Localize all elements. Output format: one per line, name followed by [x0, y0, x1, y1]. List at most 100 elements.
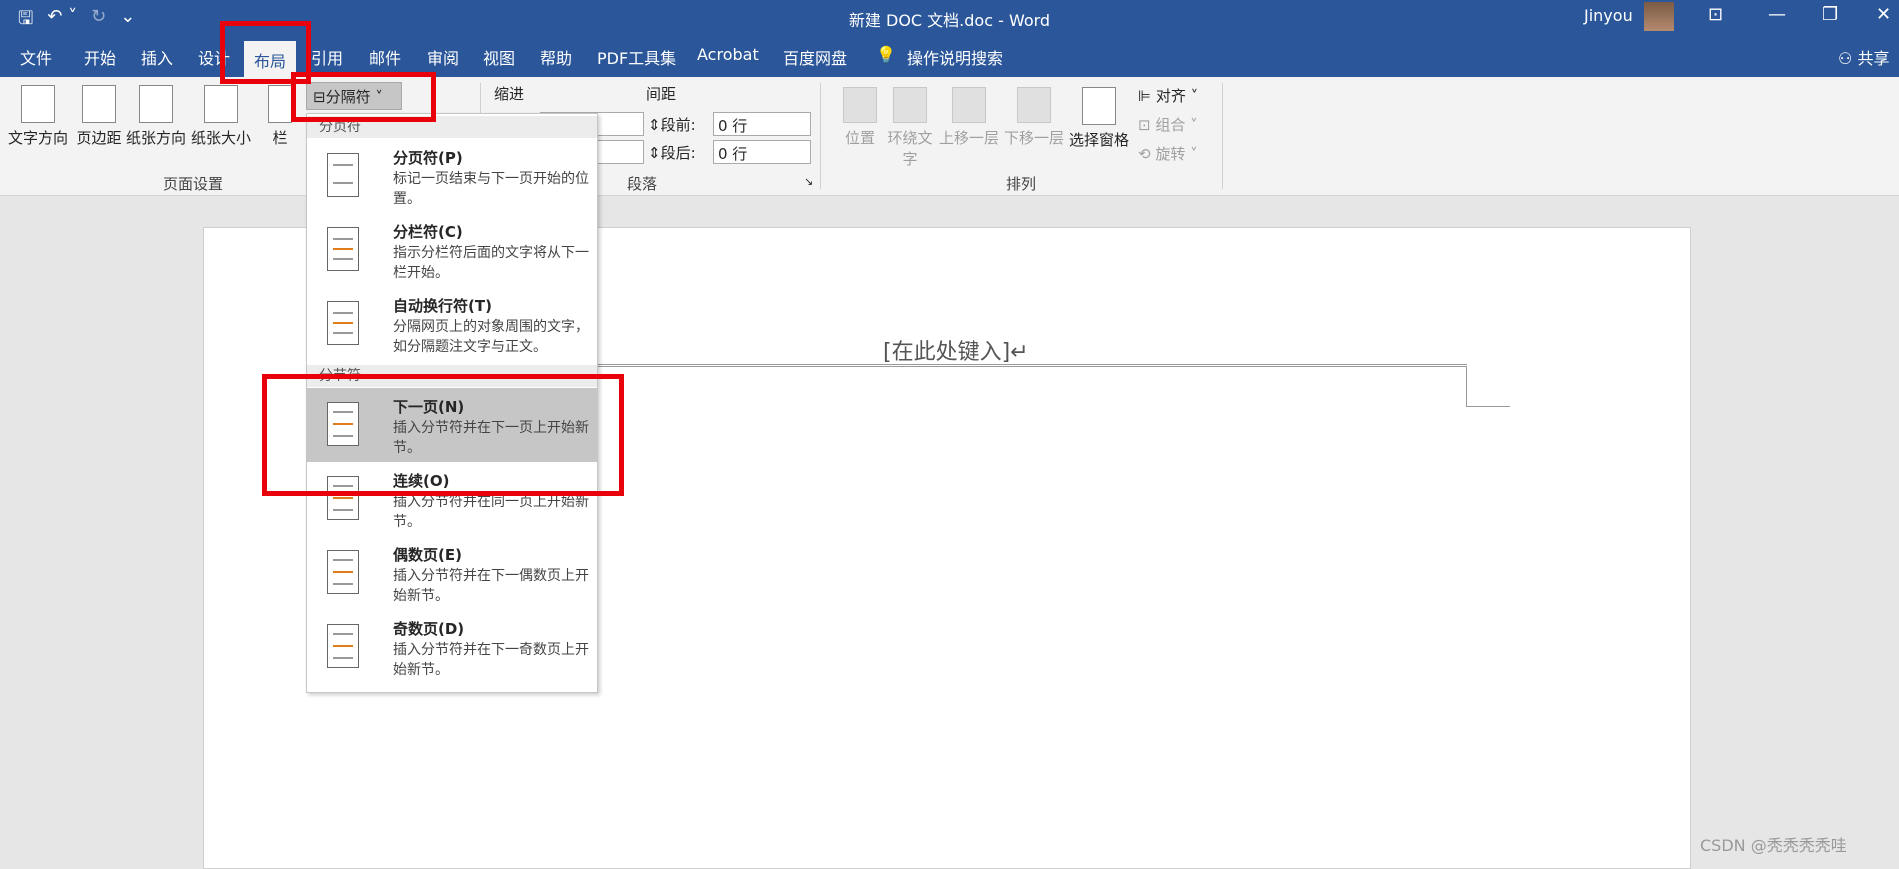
menu-item-desc: 插入分节符并在同一页上开始新节。 — [393, 494, 589, 530]
menu-item-title: 分页符(P) — [393, 149, 463, 167]
align-button[interactable]: ⊫ 对齐 ˅ — [1138, 85, 1198, 106]
position-button[interactable]: 位置 — [838, 87, 882, 148]
text-direction-label: 文字方向 — [8, 129, 69, 147]
rotate-button[interactable]: ⟲ 旋转 ˅ — [1138, 143, 1198, 164]
tab-view[interactable]: 视图 — [483, 45, 515, 69]
menu-item-desc: 插入分节符并在下一偶数页上开始新节。 — [393, 568, 589, 604]
tab-mailings[interactable]: 邮件 — [369, 45, 401, 69]
menu-item-desc: 指示分栏符后面的文字将从下一栏开始。 — [393, 245, 589, 281]
selection-pane-label: 选择窗格 — [1068, 131, 1129, 149]
bring-forward-icon — [952, 87, 986, 123]
tab-pdf-tools[interactable]: PDF工具集 — [597, 45, 676, 69]
size-button[interactable]: 纸张大小 — [190, 85, 252, 148]
spacing-after-field[interactable]: 0 行 — [713, 140, 811, 164]
size-icon — [204, 85, 238, 123]
group-separator — [820, 83, 821, 189]
ribbon: 文字方向 页边距 纸张方向 纸张大小 栏 页面设置 缩进 间距 ⇕段前: 0 行… — [0, 77, 1899, 196]
columns-button[interactable]: 栏 — [266, 85, 294, 148]
size-label: 纸张大小 — [190, 129, 251, 147]
spacing-before-label: ⇕段前: — [648, 116, 696, 134]
page-setup-group-label: 页面设置 — [163, 175, 224, 193]
wrap-text-label: 环绕文字 — [887, 129, 933, 168]
bring-forward-label: 上移一层 — [938, 129, 999, 147]
selection-pane-icon — [1082, 87, 1116, 125]
menu-item-title: 自动换行符(T) — [393, 297, 492, 315]
menu-item-desc: 插入分节符并在下一奇数页上开始新节。 — [393, 642, 589, 678]
paragraph-group-label: 段落 — [627, 175, 658, 193]
tab-home[interactable]: 开始 — [84, 45, 116, 69]
odd-page-icon — [327, 624, 359, 668]
columns-icon — [268, 85, 292, 123]
tab-baidu-netdisk[interactable]: 百度网盘 — [783, 45, 847, 69]
spacing-after-icon: ⇕ — [648, 144, 661, 162]
rotate-icon: ⟲ — [1138, 145, 1156, 163]
header-border — [595, 364, 1467, 367]
wrap-text-button[interactable]: 环绕文字 — [886, 87, 934, 169]
tab-review[interactable]: 审阅 — [427, 45, 459, 69]
text-wrapping-icon — [327, 301, 359, 345]
spacing-label: 间距 — [646, 85, 677, 103]
group-separator — [1222, 83, 1223, 189]
share-button[interactable]: ⚇ 共享 — [1838, 45, 1889, 69]
restore-button[interactable]: ❐ — [1822, 4, 1838, 25]
even-page-icon — [327, 550, 359, 594]
tab-file[interactable]: 文件 — [20, 45, 52, 69]
menu-item-text-wrapping-break[interactable]: 自动换行符(T) 分隔网页上的对象周围的文字，如分隔题注文字与正文。 — [307, 287, 597, 361]
send-backward-label: 下移一层 — [1003, 129, 1064, 147]
margins-icon — [82, 85, 116, 123]
person-icon: ⚇ — [1838, 49, 1858, 68]
close-button[interactable]: ✕ — [1876, 4, 1891, 25]
orientation-icon — [139, 85, 173, 123]
margin-marker — [1466, 406, 1510, 407]
tab-acrobat[interactable]: Acrobat — [697, 45, 759, 64]
menu-item-title: 偶数页(E) — [393, 546, 462, 564]
tab-insert[interactable]: 插入 — [141, 45, 173, 69]
margins-label: 页边距 — [76, 129, 122, 147]
indent-label: 缩进 — [494, 85, 525, 103]
position-icon — [843, 87, 877, 123]
menu-item-even-page[interactable]: 偶数页(E) 插入分节符并在下一偶数页上开始新节。 — [307, 536, 597, 610]
column-break-icon — [327, 227, 359, 271]
group-icon: ⊡ — [1138, 116, 1156, 134]
selection-pane-button[interactable]: 选择窗格 — [1068, 87, 1130, 150]
menu-item-odd-page[interactable]: 奇数页(D) 插入分节符并在下一奇数页上开始新节。 — [307, 610, 597, 684]
position-label: 位置 — [844, 129, 875, 147]
tab-help[interactable]: 帮助 — [540, 45, 572, 69]
highlight-next-page — [262, 374, 624, 496]
menu-item-desc: 标记一页结束与下一页开始的位置。 — [393, 171, 589, 207]
tab-references[interactable]: 引用 — [311, 45, 343, 69]
text-direction-icon — [21, 85, 55, 123]
spacing-after-label: ⇕段后: — [648, 144, 696, 162]
header-placeholder[interactable]: [在此处键入]↵ — [883, 334, 1029, 366]
ribbon-display-options-icon[interactable]: ⊡ — [1708, 4, 1723, 25]
margins-button[interactable]: 页边距 — [74, 85, 124, 148]
menu-item-page-break[interactable]: 分页符(P) 标记一页结束与下一页开始的位置。 — [307, 139, 597, 213]
orientation-label: 纸张方向 — [126, 129, 187, 147]
bring-forward-button[interactable]: 上移一层 — [938, 87, 1000, 148]
paragraph-dialog-launcher-icon[interactable]: ↘ — [804, 175, 813, 188]
tell-me-search[interactable]: 操作说明搜索 — [907, 45, 1003, 69]
spacing-before-field[interactable]: 0 行 — [713, 112, 811, 136]
menu-item-desc: 分隔网页上的对象周围的文字，如分隔题注文字与正文。 — [393, 319, 589, 355]
arrange-group-label: 排列 — [1006, 175, 1037, 193]
spacing-before-icon: ⇕ — [648, 116, 661, 134]
columns-label: 栏 — [272, 129, 288, 147]
highlight-breaks-button — [291, 72, 436, 122]
page-break-icon — [327, 153, 359, 197]
group-button[interactable]: ⊡ 组合 ˅ — [1138, 114, 1198, 135]
send-backward-button[interactable]: 下移一层 — [1003, 87, 1065, 148]
orientation-button[interactable]: 纸张方向 — [126, 85, 186, 148]
wrap-text-icon — [893, 87, 927, 123]
menu-item-title: 奇数页(D) — [393, 620, 465, 638]
align-icon: ⊫ — [1138, 87, 1156, 105]
menu-item-column-break[interactable]: 分栏符(C) 指示分栏符后面的文字将从下一栏开始。 — [307, 213, 597, 287]
minimize-button[interactable]: — — [1768, 4, 1786, 25]
text-direction-button[interactable]: 文字方向 — [8, 85, 68, 148]
send-backward-icon — [1017, 87, 1051, 123]
lightbulb-icon: 💡 — [876, 45, 896, 64]
avatar[interactable] — [1644, 2, 1674, 31]
menu-item-title: 分栏符(C) — [393, 223, 463, 241]
margin-marker — [1466, 366, 1467, 406]
user-name[interactable]: Jinyou — [1584, 6, 1633, 25]
watermark: CSDN @秃秃秃秃哇 — [1700, 836, 1847, 855]
